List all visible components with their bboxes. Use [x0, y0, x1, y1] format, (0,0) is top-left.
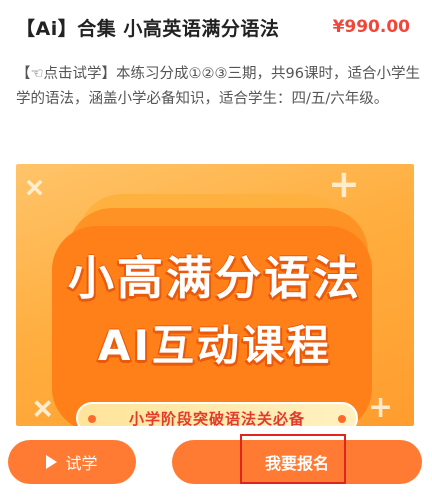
banner-headline: 小高满分语法 — [68, 251, 362, 305]
course-banner: + + + + 小高满分语法 AI互动课程 小学阶段突破语法关必备 — [16, 164, 414, 426]
plus-icon: + — [16, 166, 56, 209]
banner-tagline-pill: 小学阶段突破语法关必备 — [76, 402, 358, 426]
course-price: ¥990.00 — [332, 17, 410, 37]
dot-icon — [338, 415, 346, 423]
plus-icon: + — [328, 164, 360, 206]
banner-tagline: 小学阶段突破语法关必备 — [128, 410, 305, 426]
play-icon — [46, 455, 58, 469]
highlight-box — [240, 434, 346, 484]
course-title: 【Ai】合集 小高英语满分语法 — [16, 18, 280, 40]
trial-button-label: 试学 — [65, 454, 98, 473]
course-description[interactable]: 【☜点击试学】本练习分成①②③三期，共96课时，适合小学生学的语法，涵盖小学必备… — [16, 62, 420, 112]
plus-icon: + — [368, 390, 394, 425]
banner-subheadline: AI互动课程 — [97, 321, 333, 370]
course-header: 【Ai】合集 小高英语满分语法 ¥990.00 — [0, 0, 432, 60]
trial-button[interactable]: 试学 — [8, 440, 136, 484]
bottom-action-bar: 试学 我要报名 — [0, 428, 432, 500]
